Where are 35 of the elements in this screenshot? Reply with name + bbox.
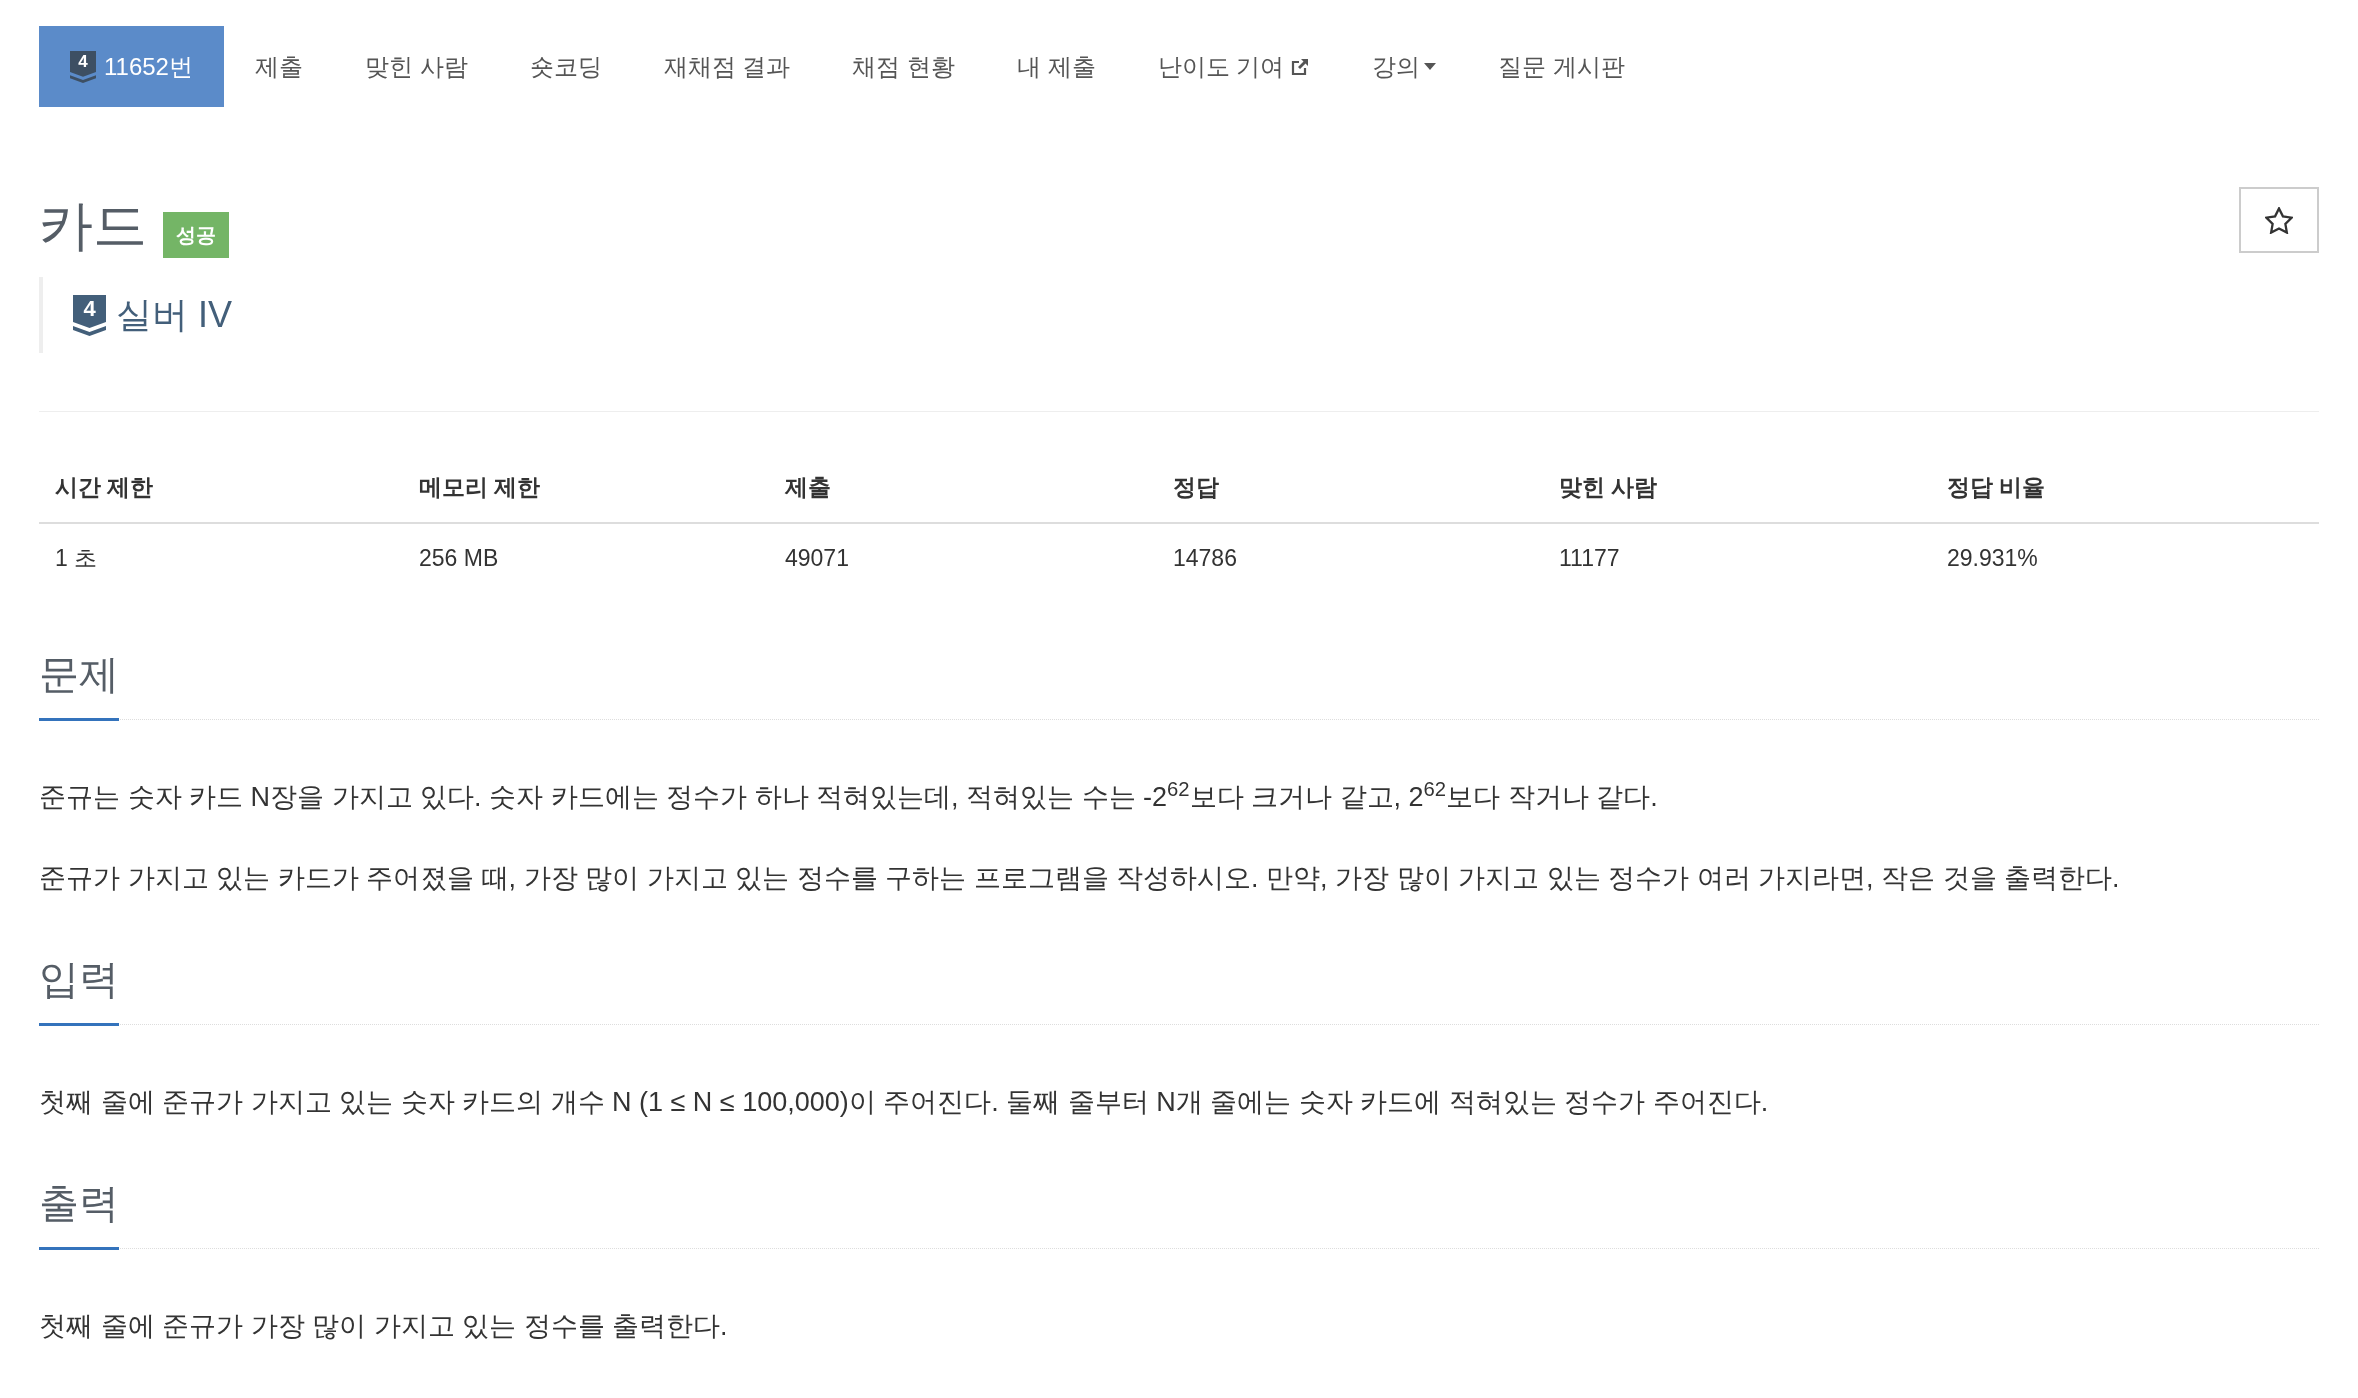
nav-tab[interactable]: 맞힌 사람: [333, 26, 499, 107]
column-header: 정답 비율: [1931, 453, 2319, 523]
section-heading: 출력: [39, 1176, 119, 1250]
column-header: 메모리 제한: [403, 453, 769, 523]
problem-title: 카드: [39, 195, 147, 255]
table-cell: 49071: [769, 523, 1157, 593]
external-link-icon: [1290, 56, 1311, 77]
column-header: 정답: [1157, 453, 1543, 523]
table-cell: 256 MB: [403, 523, 769, 593]
column-header: 시간 제한: [39, 453, 403, 523]
column-header: 맞힌 사람: [1543, 453, 1931, 523]
caret-icon: [1424, 63, 1437, 70]
table-cell: 14786: [1157, 523, 1543, 593]
paragraph: 첫째 줄에 준규가 가장 많이 가지고 있는 정수를 출력한다.: [39, 1310, 729, 1343]
nav-tab[interactable]: 난이도 기여: [1126, 26, 1342, 107]
nav-tab[interactable]: 강의: [1341, 26, 1468, 107]
nav-tab[interactable]: 4 11652번: [39, 26, 224, 107]
tier-name: 실버 IV: [116, 293, 232, 337]
paragraph: 첫째 줄에 준규가 가지고 있는 숫자 카드의 개수 N (1 ≤ N ≤ 100,000)이 주어진다. 둘째 줄부터 N개 줄에는 숫자 카드에 적혀있는 정수가 주어진다.: [39, 1086, 1770, 1119]
nav-tab[interactable]: 재채점 결과: [632, 26, 822, 107]
table-cell: 29.931%: [1931, 523, 2319, 593]
nav-tab[interactable]: 채점 현황: [821, 26, 986, 107]
section-heading: 입력: [39, 952, 119, 1026]
nav-tab[interactable]: 내 제출: [986, 26, 1127, 107]
table-cell: 1 초: [39, 523, 403, 593]
table-cell: 11177: [1543, 523, 1931, 593]
nav-tab[interactable]: 숏코딩: [498, 26, 633, 107]
paragraph: 준규가 가지고 있는 카드가 주어졌을 때, 가장 많이 가지고 있는 정수를 구하는 프로그램을 작성하시오. 만약, 가장 많이 가지고 있는 정수가 여러 가지라면, 작은 것을 출력한다.: [39, 862, 2121, 895]
nav-tab[interactable]: 질문 게시판: [1467, 26, 1656, 107]
nav-tab[interactable]: 제출: [223, 26, 334, 107]
favorite-button[interactable]: [2239, 187, 2319, 253]
column-header: 제출: [769, 453, 1157, 523]
section-heading: 문제: [39, 647, 119, 721]
result-label: 성공: [163, 212, 229, 258]
paragraph: 준규는 숫자 카드 N장을 가지고 있다. 숫자 카드에는 정수가 하나 적혀있는데, 적혀있는 수는 -2$^{62}$보다 크거나 같고, 2$^{62}$보다 작거나 같다.: [39, 777, 1659, 814]
